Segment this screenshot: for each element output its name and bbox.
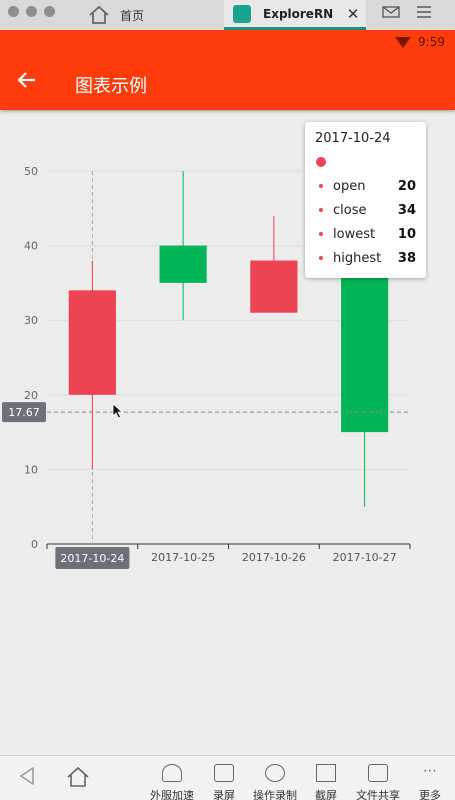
tool-action-record[interactable]: 操作录制 (253, 764, 297, 800)
candle-body (250, 260, 298, 313)
x-tick-label: 2017-10-27 (333, 551, 397, 564)
back-arrow-icon[interactable] (14, 67, 40, 99)
chart-tooltip: 2017-10-24 open 20 close 34 lowest 10 hi… (305, 122, 426, 278)
tooltip-key: highest (333, 251, 382, 266)
tooltip-series-dot (316, 157, 326, 167)
window-minimize-dot[interactable] (26, 6, 37, 17)
candle-body (159, 245, 207, 283)
more-icon: ⋯ (423, 763, 437, 779)
tooltip-value: 34 (397, 203, 416, 218)
tool-screen-record[interactable]: 录屏 (202, 764, 246, 800)
tooltip-key: lowest (333, 227, 376, 242)
tooltip-date: 2017-10-24 (315, 131, 391, 146)
bullet-icon (319, 256, 323, 260)
bullet-icon (319, 208, 323, 212)
tab-explorern[interactable]: ExploreRN ✕ (224, 0, 366, 30)
record-icon (265, 764, 285, 782)
x-tick-label: 2017-10-26 (242, 551, 306, 564)
tool-label: 更多 (419, 789, 441, 800)
y-tick-label: 40 (24, 240, 38, 253)
y-tick-label: 10 (24, 463, 38, 476)
app-bar: 图表示例 (0, 55, 455, 110)
crosshair-y-value: 17.67 (8, 406, 40, 419)
tool-screenshot[interactable]: 截屏 (304, 764, 348, 800)
nav-back-icon[interactable] (18, 766, 36, 791)
tool-label: 文件共享 (356, 789, 400, 800)
android-app-icon (233, 4, 251, 23)
tooltip-row-open: open 20 (305, 177, 426, 197)
tool-label: 录屏 (213, 789, 235, 800)
tab-close-button[interactable]: ✕ (344, 5, 362, 23)
x-tick-label: 2017-10-25 (151, 551, 215, 564)
mouse-pointer-icon (112, 403, 124, 419)
mail-icon[interactable] (379, 4, 403, 26)
nav-home-icon[interactable] (66, 766, 90, 793)
tooltip-key: open (333, 179, 366, 194)
folder-icon (368, 764, 388, 782)
y-tick-label: 30 (24, 314, 38, 327)
candle-body (341, 260, 389, 433)
tooltip-value: 20 (397, 179, 416, 194)
tooltip-row-lowest: lowest 10 (305, 225, 426, 245)
tool-label: 操作录制 (253, 789, 297, 800)
tooltip-row-close: close 34 (305, 201, 426, 221)
emulator-tab-bar: 首页 ExploreRN ✕ (0, 0, 455, 30)
bottom-toolbar: 外服加速 录屏 操作录制 截屏 文件共享 ⋯ 更多 (0, 755, 455, 800)
tab-home[interactable]: 首页 (84, 0, 222, 30)
menu-icon[interactable] (412, 4, 436, 26)
x-tick-label: 2017-10-24 (60, 552, 124, 565)
tool-label: 外服加速 (150, 789, 194, 800)
tooltip-row-highest: highest 38 (305, 249, 426, 269)
wifi-icon (395, 37, 411, 48)
tooltip-key: close (333, 203, 367, 218)
bullet-icon (319, 184, 323, 188)
y-tick-label: 20 (24, 389, 38, 402)
tooltip-value: 10 (397, 227, 416, 242)
tool-more[interactable]: ⋯ 更多 (408, 764, 452, 800)
home-icon (89, 5, 109, 24)
window-close-dot[interactable] (8, 6, 19, 17)
rocket-icon (162, 764, 182, 782)
tool-label: 截屏 (315, 789, 337, 800)
bullet-icon (319, 232, 323, 236)
tool-accelerate[interactable]: 外服加速 (150, 764, 194, 800)
tooltip-value: 38 (397, 251, 416, 266)
page-title: 图表示例 (75, 76, 147, 97)
window-zoom-dot[interactable] (44, 6, 55, 17)
y-tick-label: 0 (31, 538, 38, 551)
candle-body (68, 290, 116, 395)
tab-home-label: 首页 (120, 8, 145, 23)
y-tick-label: 50 (24, 165, 38, 178)
camera-icon (214, 764, 234, 782)
status-bar: 9:59 (0, 30, 455, 55)
tool-file-share[interactable]: 文件共享 (356, 764, 400, 800)
crop-icon (316, 764, 336, 782)
status-time: 9:59 (418, 35, 445, 49)
tab-explorern-label: ExploreRN (263, 6, 334, 21)
